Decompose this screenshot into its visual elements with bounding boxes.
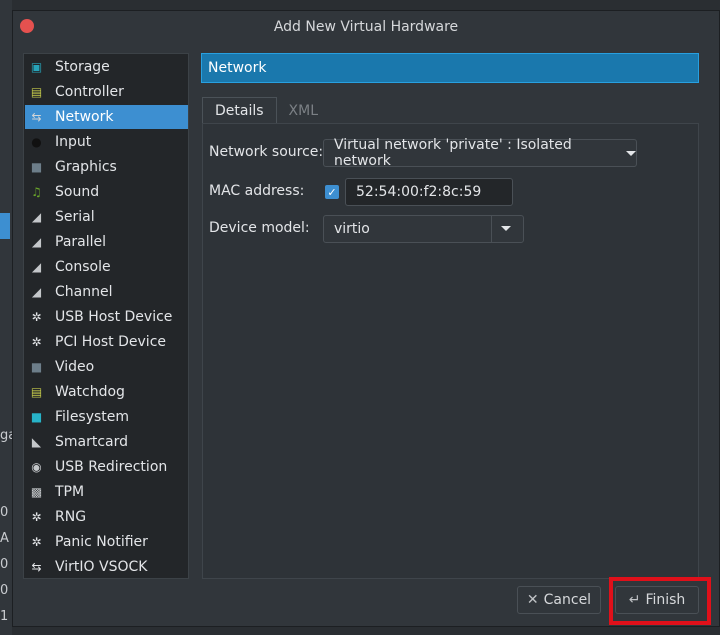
hardware-item-watchdog[interactable]: ▤ Watchdog [25, 380, 188, 404]
channel-icon: ◢ [31, 285, 42, 299]
mac-address-input[interactable]: 52:54:00:f2:8c:59 [345, 178, 513, 206]
background-selected-item [0, 213, 10, 239]
hardware-item-input[interactable]: ● Input [25, 130, 188, 154]
tpm-icon: ▩ [30, 485, 43, 499]
checkmark-icon: ✓ [327, 185, 337, 199]
hardware-item-label: USB Host Device [55, 309, 173, 325]
network-source-dropdown[interactable]: Virtual network 'private' : Isolated net… [323, 137, 637, 169]
vsock-icon: ⇆ [31, 560, 42, 574]
add-hardware-dialog: Add New Virtual Hardware ▣ Storage ▤ Contro… [12, 10, 720, 627]
hardware-item-panic-notifier[interactable]: ✲ Panic Notifier [25, 530, 188, 554]
network-source-value: Virtual network 'private' : Isolated net… [334, 137, 572, 169]
smartcard-icon: ◣ [31, 435, 42, 449]
network-source-label: Network source: [209, 144, 324, 160]
hardware-item-label: Console [55, 259, 111, 275]
device-model-combo[interactable]: virtio [323, 215, 524, 243]
hardware-item-label: Parallel [55, 234, 107, 250]
hardware-item-label: Graphics [55, 159, 117, 175]
titlebar: Add New Virtual Hardware [13, 11, 719, 43]
device-model-label: Device model: [209, 220, 310, 236]
video-icon: ■ [30, 360, 43, 374]
hardware-item-virtio-vsock[interactable]: ⇆ VirtIO VSOCK [25, 555, 188, 579]
filesystem-icon: ■ [30, 410, 43, 424]
tab-xml[interactable]: XML [277, 97, 330, 124]
device-model-value: virtio [334, 221, 370, 237]
cancel-label: Cancel [543, 592, 592, 608]
hardware-item-label: Network [55, 109, 114, 125]
background-text-fragment: 0 [0, 557, 9, 572]
watchdog-icon: ▤ [30, 385, 43, 399]
dialog-title: Add New Virtual Hardware [273, 19, 459, 35]
pci-gear-icon: ✲ [31, 335, 42, 349]
hardware-item-label: Video [55, 359, 95, 375]
hardware-item-label: USB Redirection [55, 459, 168, 475]
hardware-item-graphics[interactable]: ■ Graphics [25, 155, 188, 179]
network-icon: ⇆ [31, 110, 42, 124]
hardware-item-console[interactable]: ◢ Console [25, 255, 188, 279]
hardware-item-label: VirtIO VSOCK [55, 559, 148, 575]
hardware-item-controller[interactable]: ▤ Controller [25, 80, 188, 104]
parallel-icon: ◢ [31, 235, 42, 249]
section-header: Network [201, 53, 699, 83]
finish-highlight-box [609, 577, 711, 625]
chevron-down-icon[interactable] [501, 226, 511, 231]
hardware-item-label: PCI Host Device [55, 334, 167, 350]
cancel-button[interactable]: ✕ Cancel [517, 586, 601, 614]
hardware-item-channel[interactable]: ◢ Channel [25, 280, 188, 304]
hardware-item-label: Input [55, 134, 92, 150]
hardware-item-video[interactable]: ■ Video [25, 355, 188, 379]
chevron-down-icon [626, 150, 636, 156]
combo-divider [491, 216, 492, 242]
mac-address-value: 52:54:00:f2:8c:59 [356, 184, 482, 200]
hardware-item-label: Serial [55, 209, 95, 225]
close-icon: ✕ [526, 592, 539, 608]
hardware-item-label: Panic Notifier [55, 534, 148, 550]
tab-bar: Details XML [202, 97, 330, 124]
serial-icon: ◢ [31, 210, 42, 224]
hardware-item-usb-redirection[interactable]: ◉ USB Redirection [25, 455, 188, 479]
tab-details[interactable]: Details [202, 97, 277, 124]
panic-gear-icon: ✲ [31, 535, 42, 549]
monitor-icon: ■ [30, 160, 43, 174]
hardware-item-label: Sound [55, 184, 100, 200]
hardware-item-parallel[interactable]: ◢ Parallel [25, 230, 188, 254]
hardware-item-tpm[interactable]: ▩ TPM [25, 480, 188, 504]
hardware-item-label: Storage [55, 59, 110, 75]
hardware-item-network[interactable]: ⇆ Network [25, 105, 188, 129]
hardware-item-sound[interactable]: ♫ Sound [25, 180, 188, 204]
hardware-item-usb-host-device[interactable]: ✲ USB Host Device [25, 305, 188, 329]
usb-redirection-icon: ◉ [31, 460, 42, 474]
hardware-item-label: TPM [55, 484, 85, 500]
usb-gear-icon: ✲ [31, 310, 42, 324]
hardware-item-rng[interactable]: ✲ RNG [25, 505, 188, 529]
hardware-item-label: Controller [55, 84, 124, 100]
storage-icon: ▣ [30, 60, 43, 74]
mouse-icon: ● [31, 135, 42, 149]
hardware-item-pci-host-device[interactable]: ✲ PCI Host Device [25, 330, 188, 354]
hardware-item-filesystem[interactable]: ■ Filesystem [25, 405, 188, 429]
mac-address-label: MAC address: [209, 183, 305, 199]
rng-gear-icon: ✲ [31, 510, 42, 524]
hardware-list: ▣ Storage ▤ Controller ⇆ Network ● Input ■ Graphi… [23, 53, 189, 579]
controller-icon: ▤ [30, 85, 43, 99]
background-text-fragment: 1 [0, 609, 9, 624]
console-icon: ◢ [31, 260, 42, 274]
details-panel: Network source: Virtual network 'private… [202, 123, 699, 579]
close-icon[interactable] [20, 19, 34, 33]
hardware-item-storage[interactable]: ▣ Storage [25, 55, 188, 79]
hardware-item-label: Channel [55, 284, 113, 300]
hardware-item-label: Filesystem [55, 409, 130, 425]
hardware-item-serial[interactable]: ◢ Serial [25, 205, 188, 229]
hardware-item-smartcard[interactable]: ◣ Smartcard [25, 430, 188, 454]
background-text-fragment: 0 [0, 505, 9, 520]
hardware-item-label: Watchdog [55, 384, 125, 400]
hardware-item-label: Smartcard [55, 434, 129, 450]
sound-icon: ♫ [31, 185, 42, 199]
mac-address-checkbox[interactable]: ✓ [325, 185, 339, 199]
hardware-item-label: RNG [55, 509, 87, 525]
